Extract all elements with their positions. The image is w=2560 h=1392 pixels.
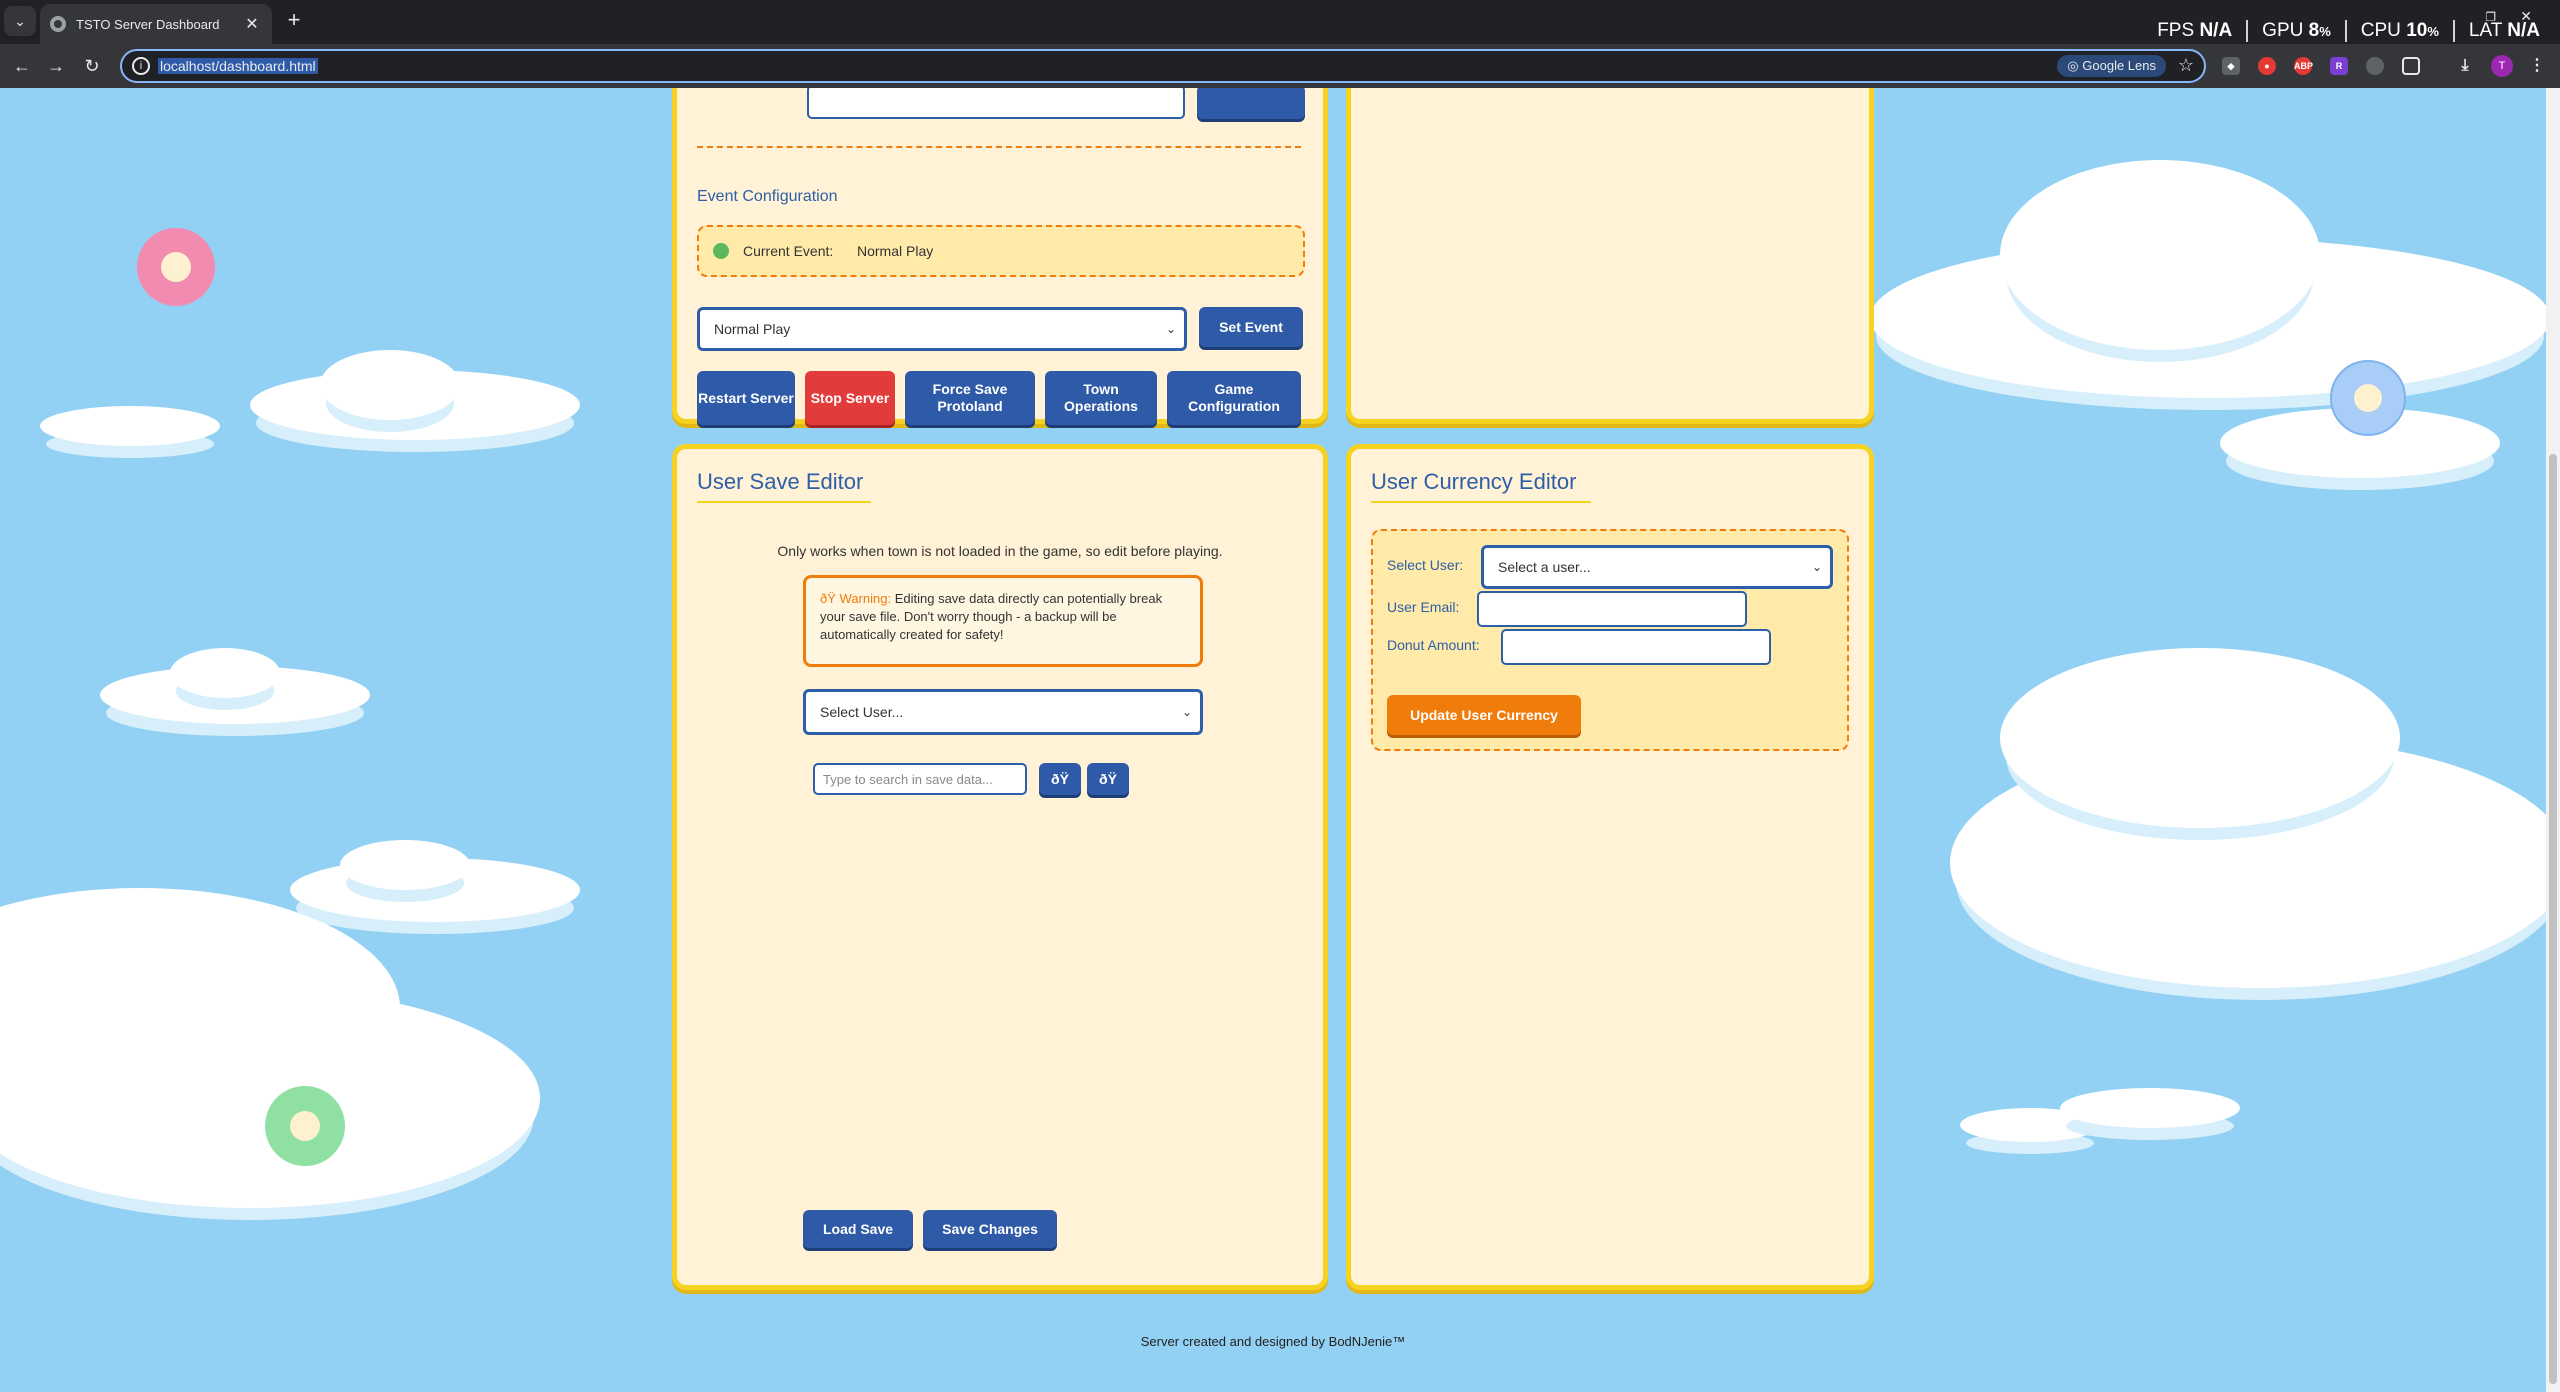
warning-box: ðŸ Warning: Editing save data directly c… [803, 575, 1203, 667]
town-operations-button[interactable]: Town Operations [1045, 371, 1157, 425]
browser-tab-strip: ⌄ TSTO Server Dashboard ✕ + ❐ ✕ FPS N/A … [0, 0, 2560, 44]
currency-form: Select User: Select a user... ⌄ User Ema… [1371, 529, 1849, 751]
save-user-select[interactable]: Select User... ⌄ [803, 689, 1203, 735]
google-lens-button[interactable]: ◎ Google Lens [2057, 55, 2166, 77]
currency-user-select[interactable]: Select a user... ⌄ [1481, 545, 1833, 589]
blue-bubble-decoration [2330, 360, 2406, 436]
event-select-value: Normal Play [714, 321, 791, 337]
url-text[interactable]: localhost/dashboard.html [158, 58, 318, 74]
warning-label: Warning: [839, 591, 892, 606]
partial-button[interactable] [1197, 88, 1305, 119]
tab-search-chevron-icon[interactable]: ⌄ [4, 6, 36, 36]
gpu-stat: GPU 8% [2262, 20, 2331, 41]
user-save-editor-card: User Save Editor Only works when town is… [672, 444, 1328, 1290]
cloud-extension-icon[interactable] [2366, 57, 2384, 75]
current-event-box: Current Event: Normal Play [697, 225, 1305, 277]
site-info-icon[interactable]: i [132, 57, 150, 75]
reload-icon[interactable]: ↻ [78, 52, 106, 80]
download-icon[interactable]: ⤓ [2456, 57, 2474, 75]
server-control-card: Event Configuration Current Event: Norma… [672, 88, 1328, 425]
search-next-button[interactable]: ðŸ [1087, 763, 1129, 795]
warning-icon: ðŸ [820, 591, 836, 606]
tab-favicon-icon [50, 16, 66, 32]
stat-divider [2344, 20, 2347, 42]
save-search-input[interactable]: Type to search in save data... [813, 763, 1027, 795]
save-editor-title: User Save Editor [697, 469, 864, 494]
stat-divider [2246, 20, 2249, 42]
cpu-stat: CPU 10% [2360, 20, 2439, 41]
chevron-down-icon: ⌄ [1811, 560, 1822, 574]
address-bar[interactable]: i localhost/dashboard.html ◎ Google Lens… [120, 49, 2206, 83]
browser-toolbar: ← → ↻ i localhost/dashboard.html ◎ Googl… [0, 44, 2560, 88]
update-user-currency-button[interactable]: Update User Currency [1387, 695, 1581, 735]
tab-close-icon[interactable]: ✕ [242, 14, 262, 34]
select-user-label: Select User: [1387, 557, 1464, 573]
forward-arrow-icon[interactable]: → [42, 52, 70, 80]
set-event-button[interactable]: Set Event [1199, 307, 1303, 347]
user-email-field[interactable] [1477, 591, 1747, 627]
tab-title: TSTO Server Dashboard [76, 16, 220, 32]
browser-menu-icon[interactable]: ⋮ [2528, 57, 2546, 75]
donut-amount-label: Donut Amount: [1387, 637, 1480, 653]
stat-divider [2452, 20, 2455, 42]
force-save-protoland-button[interactable]: Force Save Protoland [905, 371, 1035, 425]
lat-stat: LAT N/A [2468, 20, 2540, 41]
title-underline [697, 501, 871, 503]
shield-extension-icon[interactable]: ◆ [2222, 57, 2240, 75]
currency-user-select-value: Select a user... [1498, 559, 1591, 575]
upper-right-card [1346, 88, 1874, 424]
load-save-button[interactable]: Load Save [803, 1210, 913, 1248]
status-dot-icon [713, 243, 729, 259]
page-scrollbar[interactable] [2546, 88, 2560, 1392]
search-prev-button[interactable]: ðŸ [1039, 763, 1081, 795]
record-extension-icon[interactable]: ● [2258, 57, 2276, 75]
restart-server-button[interactable]: Restart Server [697, 371, 795, 425]
partial-input-field[interactable] [807, 88, 1185, 119]
save-editor-note: Only works when town is not loaded in th… [777, 543, 1223, 559]
new-tab-button[interactable]: + [280, 6, 308, 34]
browser-tab[interactable]: TSTO Server Dashboard ✕ [40, 4, 272, 44]
stop-server-button[interactable]: Stop Server [805, 371, 895, 425]
donut-amount-field[interactable] [1501, 629, 1771, 665]
performance-overlay: FPS N/A GPU 8% CPU 10% LAT N/A [2157, 20, 2540, 42]
save-user-select-value: Select User... [820, 704, 904, 720]
page-viewport: Event Configuration Current Event: Norma… [0, 88, 2546, 1392]
scrollbar-thumb[interactable] [2549, 454, 2557, 1384]
currency-editor-title: User Currency Editor [1371, 469, 1577, 494]
user-currency-editor-card: User Currency Editor Select User: Select… [1346, 444, 1874, 1290]
adblock-extension-icon[interactable]: ABP [2294, 57, 2313, 75]
current-event-label: Current Event: [743, 243, 834, 259]
bookmark-star-icon[interactable]: ☆ [2178, 55, 2194, 76]
event-config-title: Event Configuration [697, 188, 838, 205]
event-select[interactable]: Normal Play ⌄ [697, 307, 1187, 351]
profile-avatar[interactable]: T [2491, 55, 2513, 77]
user-email-label: User Email: [1387, 599, 1460, 615]
save-changes-button[interactable]: Save Changes [923, 1210, 1057, 1248]
game-configuration-button[interactable]: Game Configuration [1167, 371, 1301, 425]
current-event-value: Normal Play [857, 243, 934, 259]
footer-credit: Server created and designed by BodNJenie… [1140, 1334, 1406, 1349]
search-placeholder: Type to search in save data... [823, 771, 993, 787]
pink-bubble-decoration [137, 228, 215, 306]
chevron-down-icon: ⌄ [1181, 705, 1192, 719]
green-bubble-decoration [265, 1086, 345, 1166]
back-arrow-icon[interactable]: ← [8, 52, 36, 80]
extensions-puzzle-icon[interactable] [2402, 57, 2420, 75]
section-divider [697, 146, 1301, 148]
r-extension-icon[interactable]: R [2330, 57, 2348, 75]
fps-stat: FPS N/A [2157, 20, 2233, 41]
chevron-down-icon: ⌄ [1165, 322, 1176, 336]
title-underline [1371, 501, 1591, 503]
